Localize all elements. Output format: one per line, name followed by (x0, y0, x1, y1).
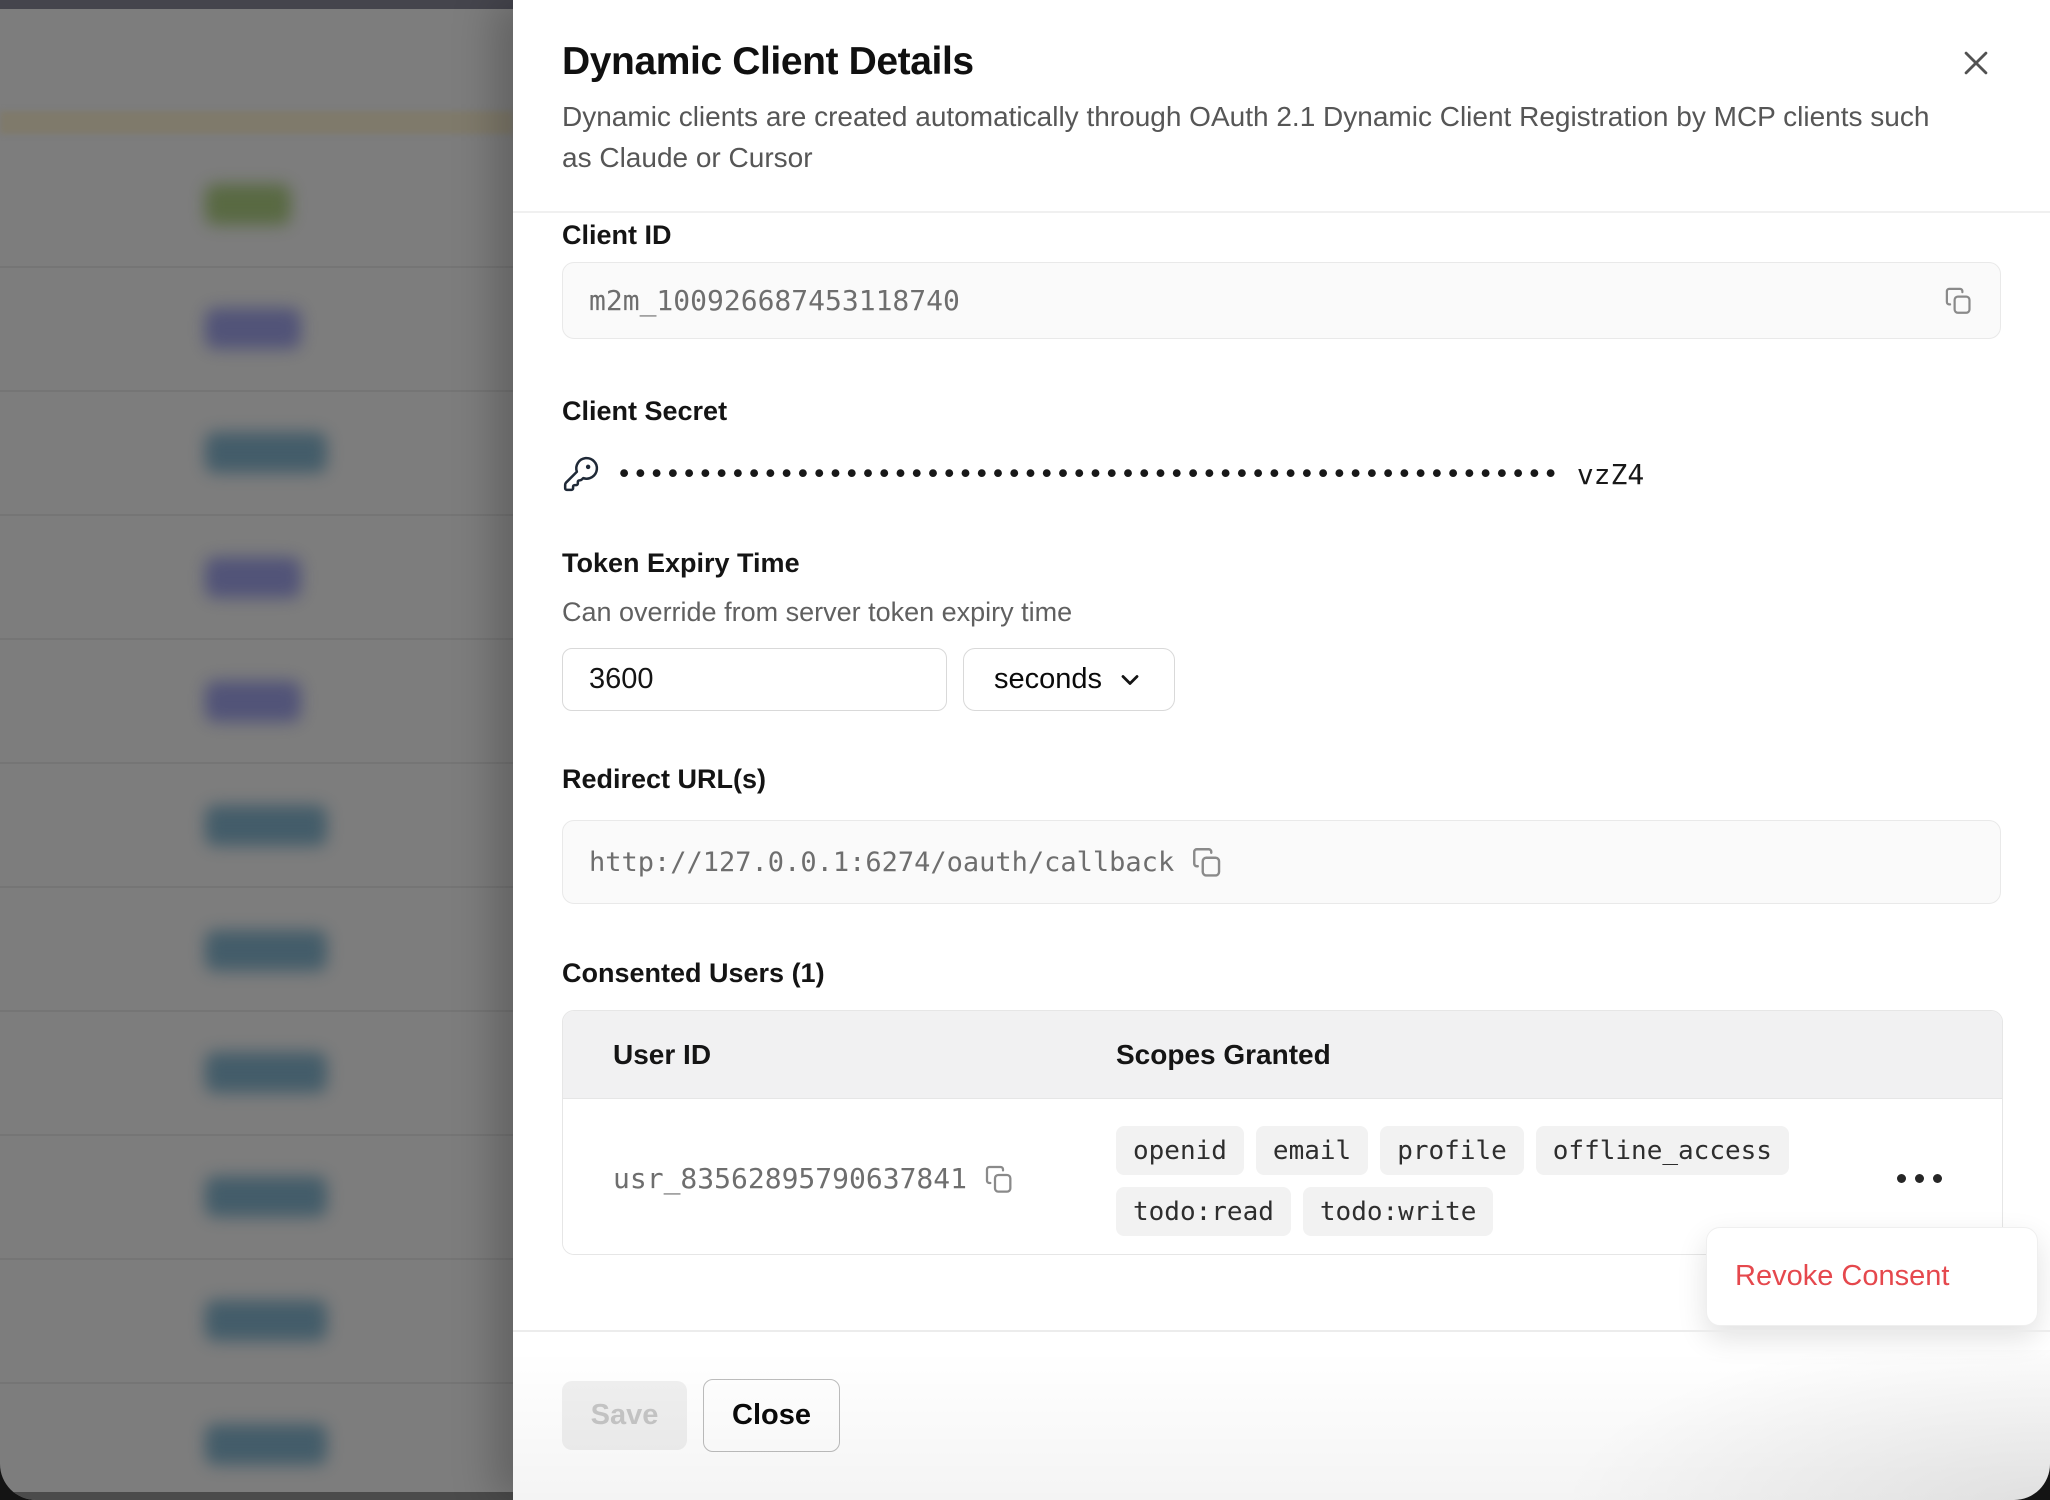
scope-chip: offline_access (1536, 1126, 1789, 1175)
blurred-row-divider (0, 514, 513, 516)
client-id-field: m2m_100926687453118740 (562, 262, 2001, 339)
blurred-row-divider (0, 1010, 513, 1012)
blurred-badge (205, 557, 301, 598)
blurred-row-divider (0, 886, 513, 888)
copy-client-id-button[interactable] (1943, 285, 1974, 316)
row-actions-popup: Revoke Consent (1706, 1227, 2038, 1326)
chevron-down-icon (1116, 666, 1144, 694)
blurred-badge (205, 930, 327, 971)
modal-description: Dynamic clients are created automaticall… (562, 96, 1962, 178)
client-id-value: m2m_100926687453118740 (589, 284, 960, 317)
blurred-row-divider (0, 762, 513, 764)
blurred-badge (205, 805, 327, 846)
dynamic-client-details-modal: Dynamic Client Details Dynamic clients a… (513, 0, 2050, 1500)
client-secret-suffix: vzZ4 (1577, 458, 1644, 491)
copy-redirect-url-button[interactable] (1190, 845, 1224, 879)
user-id-value: usr_83562895790637841 (613, 1162, 967, 1195)
scopes-list: openidemailprofileoffline_access todo:rea… (1116, 1126, 1806, 1236)
scope-chip: todo:read (1116, 1187, 1291, 1236)
revoke-consent-menu-item[interactable]: Revoke Consent (1707, 1228, 2037, 1325)
token-expiry-label: Token Expiry Time (562, 548, 800, 579)
blurred-badge (205, 681, 301, 722)
close-icon (1959, 46, 1993, 80)
scope-chip: email (1256, 1126, 1368, 1175)
table-header: User ID Scopes Granted (563, 1011, 2002, 1099)
blurred-row-divider (0, 1134, 513, 1136)
redirect-url-field: http://127.0.0.1:6274/oauth/callback (562, 820, 2001, 904)
close-button[interactable]: Close (703, 1379, 840, 1452)
token-expiry-input[interactable] (562, 648, 947, 711)
redirect-urls-label: Redirect URL(s) (562, 764, 766, 795)
blurred-row-divider (0, 266, 513, 268)
blurred-row-divider (0, 638, 513, 640)
copy-icon (983, 1163, 1015, 1195)
blurred-row-divider (0, 1382, 513, 1384)
copy-user-id-button[interactable] (983, 1163, 1015, 1195)
save-button[interactable]: Save (562, 1381, 687, 1450)
copy-icon (1943, 285, 1974, 316)
scope-chip: openid (1116, 1126, 1244, 1175)
background-header-band (0, 111, 513, 134)
screenshot-root: Dynamic Client Details Dynamic clients a… (0, 0, 2050, 1500)
consented-users-table: User ID Scopes Granted usr_8356289579063… (562, 1010, 2003, 1255)
blurred-badge (205, 184, 291, 225)
key-icon (562, 455, 600, 493)
column-header-scopes: Scopes Granted (1116, 1011, 1331, 1099)
row-actions-menu-button[interactable] (1884, 1153, 1954, 1203)
scope-chip: profile (1380, 1126, 1524, 1175)
client-id-label: Client ID (562, 220, 672, 251)
client-secret-field: ••••••••••••••••••••••••••••••••••••••••… (562, 447, 1644, 501)
unit-select-value: seconds (994, 663, 1102, 696)
modal-close-button[interactable] (1953, 40, 1999, 86)
blurred-badge (205, 1424, 327, 1465)
ellipsis-icon (1897, 1174, 1906, 1183)
header-divider (513, 211, 2050, 213)
client-secret-label: Client Secret (562, 396, 727, 427)
token-expiry-unit-select[interactable]: seconds (963, 648, 1175, 711)
client-secret-mask: ••••••••••••••••••••••••••••••••••••••••… (616, 459, 1559, 490)
background-topbar (0, 0, 513, 9)
footer-divider (513, 1330, 2050, 1332)
blurred-badge (205, 1300, 327, 1341)
blurred-row-divider (0, 390, 513, 392)
copy-icon (1190, 845, 1224, 879)
blurred-badge (205, 1052, 327, 1093)
token-expiry-hint: Can override from server token expiry ti… (562, 597, 1072, 628)
background-bottom-strip (0, 1492, 513, 1500)
redirect-url-value: http://127.0.0.1:6274/oauth/callback (589, 847, 1174, 878)
dimmed-background (0, 0, 513, 1500)
blurred-badge (205, 308, 301, 349)
blurred-badge (205, 1176, 327, 1217)
column-header-user-id: User ID (613, 1011, 711, 1099)
blurred-badge (205, 432, 327, 473)
modal-title: Dynamic Client Details (562, 40, 974, 84)
consented-users-label: Consented Users (1) (562, 958, 825, 989)
scope-chip: todo:write (1303, 1187, 1494, 1236)
user-id-cell: usr_83562895790637841 (613, 1101, 1015, 1255)
blurred-row-divider (0, 1258, 513, 1260)
app-window: Dynamic Client Details Dynamic clients a… (0, 0, 2050, 1500)
